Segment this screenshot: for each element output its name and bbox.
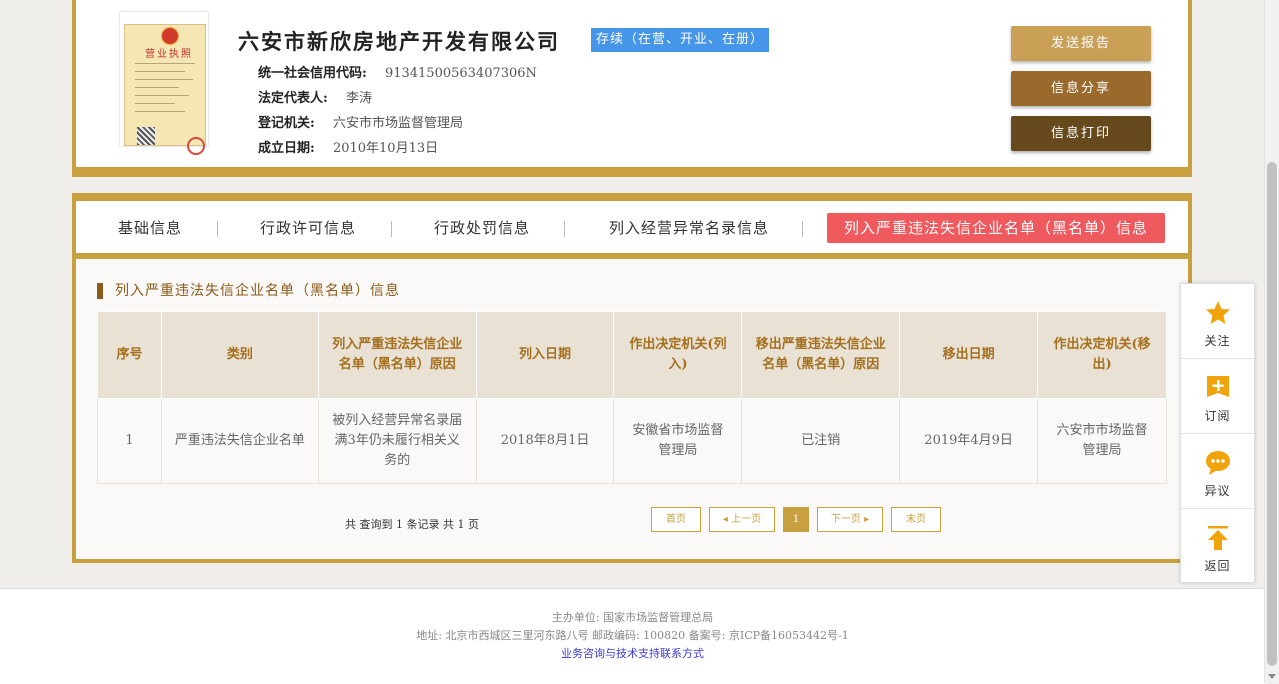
established-date-value: 2010年10月13日 <box>332 141 439 156</box>
legal-rep-row: 法定代表人: 李涛 <box>258 87 372 106</box>
star-icon <box>1206 301 1230 324</box>
credit-code-value: 91341500563407306N <box>384 66 537 81</box>
tab-basic-info[interactable]: 基础信息 <box>98 213 202 243</box>
tab-abnormal-operation[interactable]: 列入经营异常名录信息 <box>589 213 789 243</box>
cell-listing-date: 2018年8月1日 <box>475 398 615 484</box>
footer-contact-link[interactable]: 业务咨询与技术支持联系方式 <box>0 645 1265 663</box>
cell-removal-date: 2019年4月9日 <box>899 398 1039 484</box>
legal-rep-value: 李涛 <box>345 91 372 106</box>
first-page-button[interactable]: 首页 <box>651 507 701 532</box>
floating-action-menu: 关注 订阅 异议 返回 <box>1180 283 1255 583</box>
cell-category: 严重违法失信企业名单 <box>160 398 319 484</box>
site-footer: 主办单位: 国家市场监督管理总局 地址: 北京市西城区三里河东路八号 邮政编码:… <box>0 588 1265 684</box>
back-to-top-button[interactable]: 返回 <box>1181 509 1254 583</box>
follow-button[interactable]: 关注 <box>1181 284 1254 359</box>
header-listing-date: 列入日期 <box>475 311 615 399</box>
back-to-top-icon <box>1208 526 1228 550</box>
cell-listing-reason: 被列入经营异常名录届满3年仍未履行相关义务的 <box>317 398 477 484</box>
tab-admin-license[interactable]: 行政许可信息 <box>244 213 372 243</box>
send-report-button[interactable]: 发送报告 <box>1011 26 1151 61</box>
footer-address: 地址: 北京市西城区三里河东路八号 邮政编码: 100820 备案号: 京ICP… <box>416 629 849 642</box>
license-title: 营业执照 <box>145 49 193 60</box>
tab-bar: 基础信息 行政许可信息 行政处罚信息 列入经营异常名录信息 列入严重违法失信企业… <box>76 201 1188 259</box>
cell-removal-reason: 已注销 <box>741 398 901 484</box>
scroll-down-arrow-icon[interactable] <box>1268 674 1276 679</box>
cell-index: 1 <box>97 398 162 484</box>
objection-label: 异议 <box>1204 484 1231 498</box>
established-date-label: 成立日期: <box>258 141 315 156</box>
print-button[interactable]: 信息打印 <box>1011 116 1151 151</box>
subscribe-button[interactable]: 订阅 <box>1181 359 1254 434</box>
registration-authority-row: 登记机关: 六安市市场监督管理局 <box>258 112 463 131</box>
prev-page-button[interactable]: ◂ 上一页 <box>709 507 775 532</box>
objection-button[interactable]: 异议 <box>1181 434 1254 509</box>
header-index: 序号 <box>97 311 162 399</box>
subscribe-icon <box>1207 376 1229 397</box>
header-listing-authority: 作出决定机关(列入) <box>613 311 743 399</box>
legal-rep-label: 法定代表人: <box>258 91 328 106</box>
last-page-button[interactable]: 末页 <box>891 507 941 532</box>
pagination-summary: 共 查询到 1 条记录 共 1 页 <box>345 518 479 531</box>
qr-code-icon <box>137 127 155 145</box>
table-row: 1 严重违法失信企业名单 被列入经营异常名录届满3年仍未履行相关义务的 2018… <box>97 398 1167 484</box>
header-listing-reason: 列入严重违法失信企业名单（黑名单）原因 <box>317 311 477 399</box>
header-removal-authority: 作出决定机关(移出) <box>1037 311 1167 399</box>
registration-authority-value: 六安市市场监督管理局 <box>332 116 463 131</box>
header-removal-reason: 移出严重违法失信企业名单（黑名单）原因 <box>741 311 901 399</box>
header-category: 类别 <box>160 311 319 399</box>
registration-authority-label: 登记机关: <box>258 116 315 131</box>
section-title: 列入严重违法失信企业名单（黑名单）信息 <box>97 283 400 299</box>
credit-code-row: 统一社会信用代码: 91341500563407306N <box>258 62 537 81</box>
objection-chat-icon <box>1206 451 1230 475</box>
tab-blacklist[interactable]: 列入严重违法失信企业名单（黑名单）信息 <box>827 213 1165 243</box>
next-page-button[interactable]: 下一页 ▸ <box>817 507 883 532</box>
business-license-image: 营业执照 <box>120 12 208 155</box>
current-page-button[interactable]: 1 <box>783 507 809 532</box>
credit-code-label: 统一社会信用代码: <box>258 66 367 81</box>
back-to-top-label: 返回 <box>1204 559 1231 573</box>
footer-sponsor: 主办单位: 国家市场监督管理总局 <box>551 611 714 624</box>
established-date-row: 成立日期: 2010年10月13日 <box>258 137 438 156</box>
tab-admin-penalty[interactable]: 行政处罚信息 <box>418 213 546 243</box>
seal-stamp-icon <box>187 137 205 155</box>
follow-label: 关注 <box>1204 334 1231 348</box>
company-header-card: 营业执照 六安市新欣房地产开发有限公司 存续（在营、开业、在册） 统一社会信用代… <box>72 0 1192 177</box>
national-emblem-icon <box>161 27 179 45</box>
blacklist-table: 序号 类别 列入严重违法失信企业名单（黑名单）原因 列入日期 作出决定机关(列入… <box>97 311 1167 484</box>
header-removal-date: 移出日期 <box>899 311 1039 399</box>
detail-card: 基础信息 行政许可信息 行政处罚信息 列入经营异常名录信息 列入严重违法失信企业… <box>72 193 1192 563</box>
cell-listing-authority: 安徽省市场监督管理局 <box>613 398 743 484</box>
page-scrollbar[interactable] <box>1264 0 1279 683</box>
cell-removal-authority: 六安市市场监督管理局 <box>1037 398 1167 484</box>
share-button[interactable]: 信息分享 <box>1011 71 1151 106</box>
scrollbar-thumb[interactable] <box>1267 162 1277 666</box>
status-badge: 存续（在营、开业、在册） <box>591 28 769 52</box>
company-name: 六安市新欣房地产开发有限公司 <box>238 29 560 54</box>
table-header-row: 序号 类别 列入严重违法失信企业名单（黑名单）原因 列入日期 作出决定机关(列入… <box>97 311 1167 399</box>
subscribe-label: 订阅 <box>1204 409 1231 423</box>
